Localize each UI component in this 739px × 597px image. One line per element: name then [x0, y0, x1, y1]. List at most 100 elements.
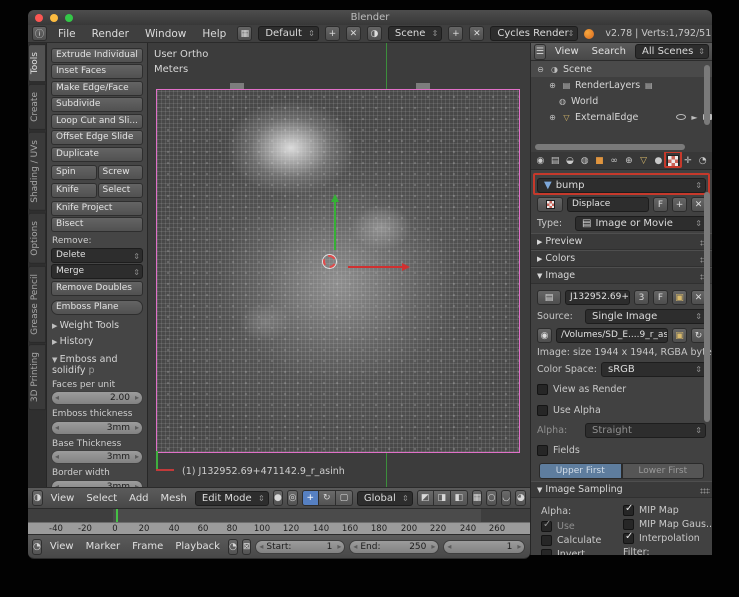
alpha-mode-select[interactable]: Straight — [585, 423, 706, 438]
mip-map-gauss-checkbox[interactable]: MIP Map Gaus... — [623, 519, 712, 530]
translate-manipulator-x[interactable] — [348, 263, 410, 271]
fields-checkbox[interactable]: Fields — [537, 445, 580, 456]
base-thickness-slider[interactable]: 3mm — [51, 450, 143, 464]
menu-render[interactable]: Render — [87, 28, 134, 40]
visibility-eye-icon[interactable] — [676, 114, 686, 120]
translate-manipulator-y[interactable] — [331, 194, 339, 250]
outliner-row-world[interactable]: ◍ World — [531, 93, 712, 109]
3d-cursor[interactable] — [323, 255, 336, 268]
menu-help[interactable]: Help — [197, 28, 231, 40]
add-layout-button[interactable]: + — [324, 26, 340, 41]
galaxy-bump-plane[interactable] — [156, 89, 520, 453]
tab-render-icon[interactable]: ◉ — [534, 154, 547, 168]
emboss-thickness-slider[interactable]: 3mm — [51, 420, 143, 435]
menu-window[interactable]: Window — [140, 28, 191, 40]
colors-panel-header[interactable]: Colors — [531, 250, 712, 267]
tab-constraints-icon[interactable]: ∞ — [608, 154, 621, 168]
duplicate-button[interactable]: Duplicate — [51, 146, 143, 162]
scene-select[interactable]: Scene — [387, 26, 443, 41]
image-panel-header[interactable]: Image — [531, 267, 712, 284]
image-users-count[interactable]: 3 — [634, 290, 649, 305]
mode-select[interactable]: Edit Mode — [194, 490, 269, 506]
knife-button[interactable]: Knife — [51, 182, 97, 198]
weight-tools-panel[interactable]: Weight Tools — [52, 320, 143, 331]
browse-file-icon[interactable]: ▣ — [672, 328, 687, 343]
view-as-render-checkbox[interactable]: View as Render — [537, 384, 626, 395]
delete-layout-button[interactable]: ✕ — [345, 26, 361, 41]
texture-datablock-icon[interactable] — [537, 197, 563, 212]
add-scene-button[interactable]: + — [448, 26, 464, 41]
open-image-icon[interactable]: ▣ — [672, 290, 687, 305]
upper-first-toggle[interactable]: Upper First — [539, 463, 622, 479]
menu-select[interactable]: Select — [82, 493, 121, 504]
outliner-h-scrollbar[interactable] — [535, 144, 685, 150]
remove-doubles-button[interactable]: Remove Doubles — [51, 280, 143, 296]
invert-checkbox[interactable]: Invert — [541, 549, 619, 555]
tab-object-data-icon[interactable]: ▽ — [637, 154, 650, 168]
scale-manipulator-icon[interactable]: ▢ — [335, 490, 353, 506]
knife-select-button[interactable]: Select — [97, 182, 143, 198]
image-path-field[interactable]: /Volumes/SD_E....9_r_asinh.png — [556, 328, 668, 343]
screw-button[interactable]: Screw — [97, 164, 143, 180]
expand-icon[interactable]: ⊕ — [547, 112, 558, 123]
current-frame-field[interactable]: 1 — [443, 539, 526, 554]
collapse-icon[interactable]: ⊖ — [535, 64, 546, 75]
properties-v-scrollbar[interactable] — [704, 192, 710, 422]
interpolation-checkbox[interactable]: Interpolation — [623, 531, 712, 544]
snap-magnet-icon[interactable]: ◡ — [500, 490, 512, 506]
tab-texture-icon[interactable] — [663, 152, 682, 168]
menu-mesh[interactable]: Mesh — [157, 493, 191, 504]
tab-physics-icon[interactable]: ◔ — [696, 154, 709, 168]
pivot-point-icon[interactable]: ◎ — [287, 490, 298, 506]
use-alpha-checkbox[interactable]: Use Alpha — [537, 405, 601, 416]
outliner-row-externaledge[interactable]: ⊕ ▽ ExternalEdge ► — [531, 109, 712, 125]
editor-type-3dview-icon[interactable]: ◑ — [32, 490, 43, 506]
colorspace-select[interactable]: sRGB — [601, 362, 706, 377]
edge-select-icon[interactable]: ◨ — [433, 490, 451, 506]
tab-world-icon[interactable]: ◍ — [578, 154, 591, 168]
border-width-slider[interactable]: 3mm — [51, 479, 143, 487]
preview-panel-header[interactable]: Preview — [531, 233, 712, 250]
expand-icon[interactable]: ⊕ — [547, 80, 558, 91]
extrude-individual-button[interactable]: Extrude Individual — [51, 47, 143, 63]
transform-orientation-select[interactable]: Global — [356, 490, 413, 506]
tab-grease-pencil[interactable]: Grease Pencil — [28, 265, 46, 343]
tab-object-icon[interactable]: ■ — [593, 154, 606, 168]
image-source-select[interactable]: Single Image — [585, 309, 706, 324]
viewport-shading-icon[interactable]: ● — [272, 490, 284, 506]
scene-browse-icon[interactable]: ◑ — [366, 26, 382, 41]
texture-slot-select[interactable]: ▼ bump — [537, 178, 706, 193]
bisect-button[interactable]: Bisect — [51, 217, 143, 232]
tab-tools[interactable]: Tools — [28, 44, 46, 83]
offset-edge-slide-button[interactable]: Offset Edge Slide — [51, 130, 143, 145]
menu-tl-frame[interactable]: Frame — [128, 541, 167, 552]
fake-user-button[interactable]: F — [653, 197, 668, 212]
menu-view[interactable]: View — [47, 493, 79, 504]
delete-menu[interactable]: Delete — [51, 247, 143, 263]
screen-layout-icon[interactable]: ▦ — [237, 26, 253, 41]
image-name-field[interactable]: J132952.69+47114... — [565, 290, 630, 305]
selectability-arrow-icon[interactable]: ► — [689, 112, 700, 123]
editor-type-outliner-icon[interactable]: ☰ — [534, 43, 546, 60]
tab-options[interactable]: Options — [28, 212, 46, 264]
menu-tl-view[interactable]: View — [46, 541, 78, 552]
face-select-icon[interactable]: ◧ — [450, 490, 468, 506]
menu-file[interactable]: File — [53, 28, 81, 40]
preview-range-clock-icon[interactable]: ◔ — [227, 538, 238, 555]
merge-menu[interactable]: Merge — [51, 264, 143, 279]
window-titlebar[interactable]: Blender — [28, 10, 712, 25]
menu-tl-marker[interactable]: Marker — [82, 541, 125, 552]
texture-name-field[interactable]: Displace — [567, 197, 649, 212]
loop-cut-button[interactable]: Loop Cut and Sli... — [51, 113, 143, 129]
editor-type-timeline-icon[interactable]: ◔ — [32, 538, 42, 555]
tab-modifiers-icon[interactable]: ⊕ — [623, 154, 636, 168]
image-fake-user-button[interactable]: F — [653, 290, 668, 305]
texture-type-select[interactable]: ▤ Image or Movie — [575, 216, 706, 231]
calculate-checkbox[interactable]: Calculate — [541, 535, 619, 546]
lock-frame-icon[interactable]: ⊠ — [241, 538, 252, 555]
knife-project-button[interactable]: Knife Project — [51, 200, 143, 216]
faces-per-unit-slider[interactable]: 2.00 — [51, 391, 143, 405]
emboss-solidify-panel-header[interactable]: Emboss and solidify p — [52, 354, 143, 376]
render-engine-select[interactable]: Cycles Render — [490, 26, 579, 41]
image-sampling-panel-header[interactable]: Image Sampling — [531, 481, 712, 498]
